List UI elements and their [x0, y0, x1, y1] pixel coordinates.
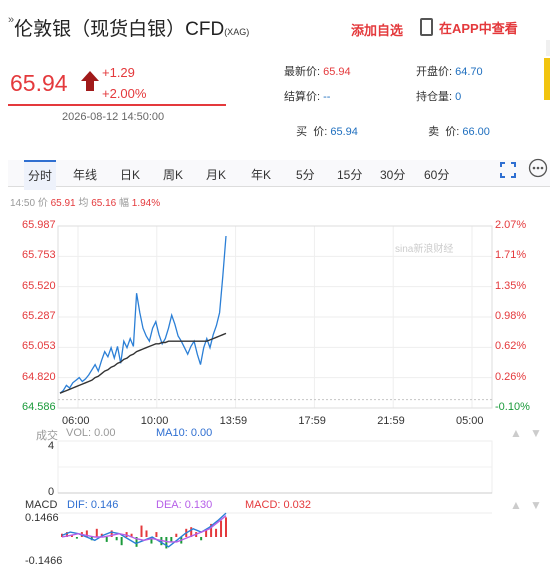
y-pct-tick-label: 0.62% [495, 340, 527, 353]
x-tick-label: 10:00 [140, 415, 169, 427]
y-tick-label: 65.987 [22, 219, 56, 231]
dif-line [61, 512, 227, 548]
vol-value: VOL: 0.00 [66, 427, 116, 439]
watermark: sina新浪财经 [395, 244, 454, 255]
y-tick-label: 65.520 [22, 279, 56, 292]
macd-y-top: 0.1466 [25, 512, 59, 524]
volume-up-triangle-icon[interactable]: ▲ [510, 426, 522, 440]
timeshare-chart [57, 225, 493, 549]
macd-y-bottom: -0.1466 [25, 555, 63, 567]
price-series-line [59, 235, 227, 394]
y-pct-tick-label: 0.26% [495, 370, 527, 383]
volume-label: 成交 [36, 430, 58, 442]
y-tick-label: 64.820 [22, 370, 56, 383]
x-tick-label: 13:59 [219, 415, 248, 427]
macd-up-triangle-icon[interactable]: ▲ [510, 498, 522, 512]
x-tick-label: 21:59 [377, 415, 405, 427]
y-pct-tick-label: 2.07% [495, 219, 527, 231]
y-tick-label: 64.586 [22, 401, 56, 413]
macd-value: MACD: 0.032 [245, 499, 312, 511]
y-pct-tick-label: 1.71% [495, 249, 527, 262]
x-tick-label: 05:00 [456, 415, 484, 427]
x-tick-label: 17:59 [298, 415, 326, 427]
y-tick-label: 65.753 [22, 249, 56, 262]
ma10-value: MA10: 0.00 [156, 427, 213, 439]
volume-down-triangle-icon[interactable]: ▼ [530, 426, 542, 440]
macd-label: MACD [25, 499, 58, 511]
volume-y-bottom: 0 [48, 486, 55, 498]
y-tick-label: 65.287 [22, 310, 56, 322]
x-tick-label: 06:00 [62, 415, 90, 427]
dea-value: DEA: 0.130 [156, 499, 213, 511]
y-pct-tick-label: 1.35% [495, 279, 527, 292]
dif-value: DIF: 0.146 [67, 499, 119, 511]
volume-y-top: 4 [48, 440, 55, 452]
y-tick-label: 65.053 [22, 340, 56, 353]
y-pct-tick-label: -0.10% [495, 401, 530, 413]
y-pct-tick-label: 0.98% [495, 310, 527, 322]
macd-down-triangle-icon[interactable]: ▼ [530, 498, 542, 512]
